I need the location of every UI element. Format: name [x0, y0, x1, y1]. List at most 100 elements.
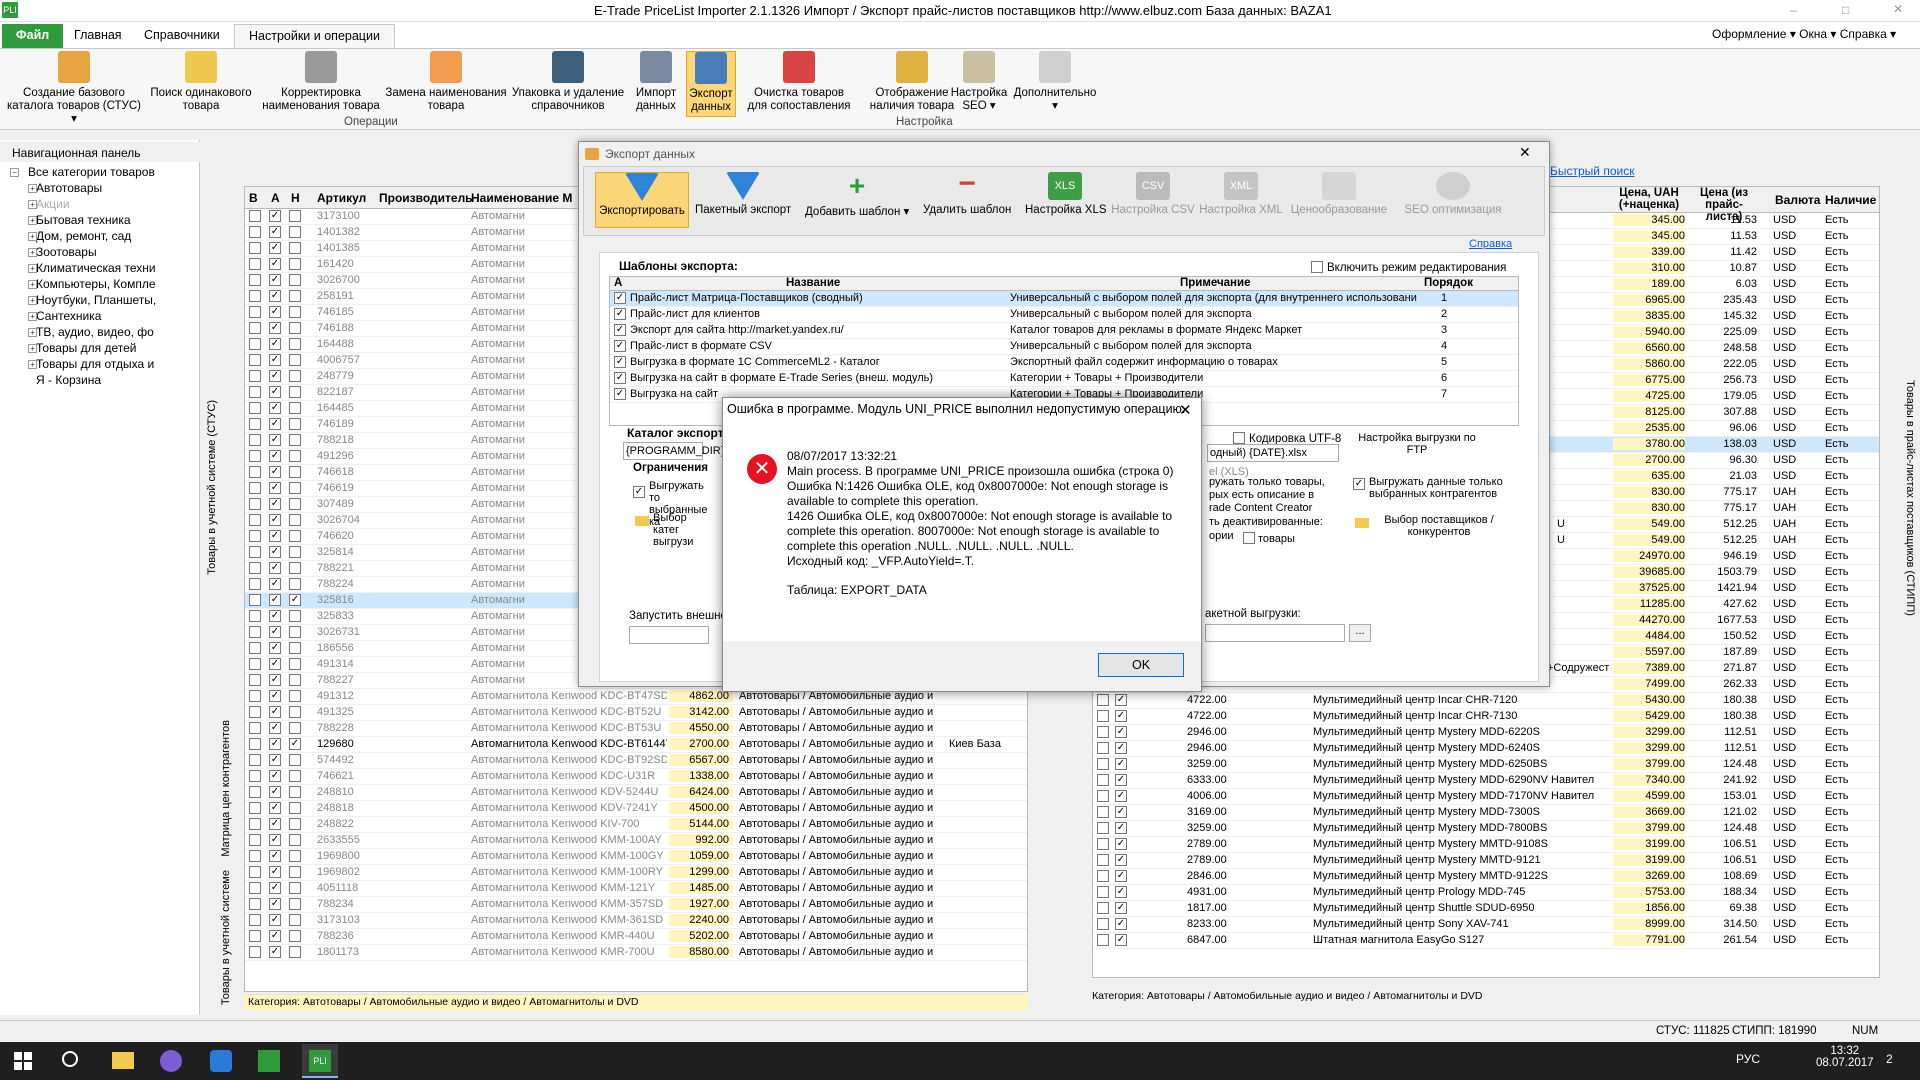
tree-item[interactable]: + Ноутбуки, Планшеты, [6, 293, 196, 309]
table-row[interactable]: ✓ 3173103 Автомагнитола Kenwood KMM-361SD 2… [245, 913, 1027, 929]
table-row[interactable]: ✓ 248818 Автомагнитола Kenwood KDV-7241Y 45… [245, 801, 1027, 817]
tab-home[interactable]: Главная [60, 24, 136, 48]
find-same-button[interactable]: Поиск одинакового товара [146, 51, 256, 117]
vtab-stus[interactable]: Товары в учетной системе (СТУС) [206, 400, 218, 575]
vtab-ts[interactable]: Товары в учетной системе [220, 870, 232, 1005]
table-row[interactable]: ✓ 2946.00 Мультимедийный центр Mystery MDD… [1093, 725, 1879, 741]
vtab-matrix[interactable]: Матрица цен контрагентов [220, 720, 232, 857]
template-row[interactable]: ✓ Экспорт для сайта http://market.yandex.… [610, 323, 1518, 339]
search-icon[interactable] [62, 1051, 78, 1067]
pli-taskbar-icon[interactable]: PLI [302, 1044, 338, 1078]
minimize-icon[interactable]: – [1790, 3, 1797, 17]
tab-settings[interactable]: Настройки и операции [234, 24, 395, 48]
pack-refs-button[interactable]: Упаковка и удаление справочников [510, 51, 626, 117]
choose-suppliers-button[interactable]: Выбор поставщиков / конкурентов [1355, 514, 1503, 538]
tree-item[interactable]: + Климатическая техни [6, 261, 196, 277]
clock[interactable]: 13:32 08.07.2017 [1816, 1045, 1874, 1069]
clean-goods-button[interactable]: Очистка товаров для сопоставления [744, 51, 854, 117]
tab-file[interactable]: Файл [2, 24, 64, 48]
tree-item[interactable]: + ТВ, аудио, видео, фо [6, 325, 196, 341]
table-row[interactable]: ✓ 4722.00 Мультимедийный центр Incar CHR-7… [1093, 693, 1879, 709]
table-row[interactable]: ✓ ✓ 129680 Автомагнитола Kenwood KDC-BT6144… [245, 737, 1027, 753]
export-run-button[interactable]: Экспортировать [595, 172, 689, 228]
utf8-checkbox[interactable]: Кодировка UTF-8 [1233, 430, 1341, 445]
table-row[interactable]: ✓ 574492 Автомагнитола Kenwood KDC-BT92SD 6… [245, 753, 1027, 769]
table-row[interactable]: ✓ 2846.00 Мультимедийный центр Mystery MMT… [1093, 869, 1879, 885]
tree-item[interactable]: + Компьютеры, Компле [6, 277, 196, 293]
run-external-input[interactable] [629, 626, 709, 644]
tree-item[interactable]: − Все категории товаров [6, 165, 196, 181]
delete-template-button[interactable]: − Удалить шаблон [923, 169, 1011, 228]
table-row[interactable]: ✓ 6847.00 Штатная магнитола EasyGo S127 779… [1093, 933, 1879, 949]
add-template-button[interactable]: + Добавить шаблон ▾ [805, 172, 909, 228]
table-row[interactable]: ✓ 3259.00 Мультимедийный центр Mystery MDD… [1093, 821, 1879, 837]
table-row[interactable]: ✓ 1801173 Автомагнитола Kenwood KMR-700U 85… [245, 945, 1027, 961]
table-row[interactable]: ✓ 248810 Автомагнитола Kenwood KDV-5244U 64… [245, 785, 1027, 801]
table-row[interactable]: ✓ 8233.00 Мультимедийный центр Sony XAV-74… [1093, 917, 1879, 933]
ok-button[interactable]: OK [1098, 653, 1184, 677]
import-button[interactable]: Импорт данных [628, 51, 684, 117]
table-row[interactable]: ✓ 2946.00 Мультимедийный центр Mystery MDD… [1093, 741, 1879, 757]
seo-button[interactable]: Настройка SEO ▾ [948, 51, 1010, 117]
table-row[interactable]: ✓ 3259.00 Мультимедийный центр Mystery MDD… [1093, 757, 1879, 773]
table-row[interactable]: ✓ 1817.00 Мультимедийный центр Shuttle SDU… [1093, 901, 1879, 917]
table-row[interactable]: ✓ 3169.00 Мультимедийный центр Mystery MDD… [1093, 805, 1879, 821]
create-catalog-button[interactable]: Создание базового каталога товаров (СТУС… [4, 51, 144, 125]
tab-refs[interactable]: Справочники [130, 24, 234, 48]
edit-mode-checkbox[interactable]: Включить режим редактирования [1311, 259, 1506, 274]
csv-settings-button[interactable]: CSV Настройка CSV [1111, 172, 1195, 228]
ribbon-right-menus[interactable]: Оформление ▾ Окна ▾ Справка ▾ [1712, 27, 1896, 41]
correct-name-button[interactable]: Корректировка наименования товара [258, 51, 384, 117]
table-row[interactable]: ✓ 2789.00 Мультимедийный центр Mystery MMT… [1093, 837, 1879, 853]
table-row[interactable]: ✓ 2789.00 Мультимедийный центр Mystery MMT… [1093, 853, 1879, 869]
start-icon[interactable] [14, 1052, 32, 1070]
pricing-button[interactable]: Ценообразование [1289, 172, 1389, 228]
export-button[interactable]: Экспорт данных [686, 51, 736, 117]
tree-item[interactable]: + Акции [6, 197, 196, 213]
tree-item[interactable]: + Товары для отдыха и [6, 357, 196, 373]
template-row[interactable]: ✓ Прайс-лист в формате CSV Универсальный с… [610, 339, 1518, 355]
choose-categories-button[interactable]: Выбор катег выгрузи [635, 512, 711, 548]
table-row[interactable]: ✓ 1969800 Автомагнитола Kenwood KMM-100GY 1… [245, 849, 1027, 865]
xml-settings-button[interactable]: XML Настройка XML [1199, 172, 1283, 228]
export-close-icon[interactable]: ✕ [1519, 144, 1531, 161]
error-close-icon[interactable]: ✕ [1179, 401, 1192, 419]
tree-item[interactable]: + Бытовая техника [6, 213, 196, 229]
template-row[interactable]: ✓ Прайс-лист Матрица-Поставщиков (сводный… [610, 291, 1518, 307]
app-icon[interactable] [210, 1050, 232, 1072]
table-row[interactable]: ✓ 788236 Автомагнитола Kenwood KMR-440U 520… [245, 929, 1027, 945]
notifications-icon[interactable]: 2 [1886, 1052, 1893, 1066]
file-name-input[interactable]: одный) {DATE}.xlsx [1207, 444, 1339, 462]
template-row[interactable]: ✓ Прайс-лист для клиентов Универсальный с … [610, 307, 1518, 323]
tree-item[interactable]: + Сантехника [6, 309, 196, 325]
replace-name-button[interactable]: Замена наименования товара [384, 51, 508, 117]
table-row[interactable]: ✓ 4006.00 Мультимедийный центр Mystery MDD… [1093, 789, 1879, 805]
tree-item[interactable]: + Зоотовары [6, 245, 196, 261]
seo-optimization-button[interactable]: SEO оптимизация [1401, 172, 1505, 228]
explorer-icon[interactable] [112, 1052, 134, 1069]
tree-item[interactable]: + Товары для детей [6, 341, 196, 357]
lang-indicator[interactable]: РУС [1736, 1052, 1760, 1066]
table-row[interactable]: ✓ 4051118 Автомагнитола Kenwood KMM-121Y 14… [245, 881, 1027, 897]
tree-item[interactable]: + Автотовары [6, 181, 196, 197]
extra-button[interactable]: Дополнительно ▾ [1012, 51, 1098, 117]
close-icon[interactable]: ✕ [1893, 2, 1903, 16]
table-row[interactable]: ✓ 4722.00 Мультимедийный центр Incar CHR-7… [1093, 709, 1879, 725]
table-row[interactable]: ✓ 6333.00 Мультимедийный центр Mystery MDD… [1093, 773, 1879, 789]
template-row[interactable]: ✓ Выгрузка в формате 1С CommerceML2 - Кат… [610, 355, 1518, 371]
browse-button[interactable]: ... [1349, 624, 1371, 642]
limit-selected-contractors[interactable]: ✓ Выгружать данные только выбранных контр… [1353, 476, 1503, 500]
table-row[interactable]: ✓ 746621 Автомагнитола Kenwood KDC-U31R 133… [245, 769, 1027, 785]
template-row[interactable]: ✓ Выгрузка на сайт в формате E-Trade Seri… [610, 371, 1518, 387]
table-row[interactable]: ✓ 2633555 Автомагнитола Kenwood KMM-100AY 9… [245, 833, 1027, 849]
export-help-link[interactable]: Справка [1469, 238, 1512, 250]
table-row[interactable]: ✓ 248822 Автомагнитола Kenwood KIV-700 5144… [245, 817, 1027, 833]
ftp-settings-button[interactable]: Настройка выгрузки по FTP [1357, 432, 1477, 456]
viber-icon[interactable] [160, 1050, 182, 1072]
packet-input[interactable] [1205, 624, 1345, 642]
tree-item[interactable]: + Дом, ремонт, сад [6, 229, 196, 245]
app-icon[interactable]: PLI [2, 2, 18, 18]
maximize-icon[interactable]: □ [1842, 3, 1849, 17]
table-row[interactable]: ✓ 491325 Автомагнитола Kenwood KDC-BT52U 31… [245, 705, 1027, 721]
table-row[interactable]: ✓ 4931.00 Мультимедийный центр Prology MDD… [1093, 885, 1879, 901]
